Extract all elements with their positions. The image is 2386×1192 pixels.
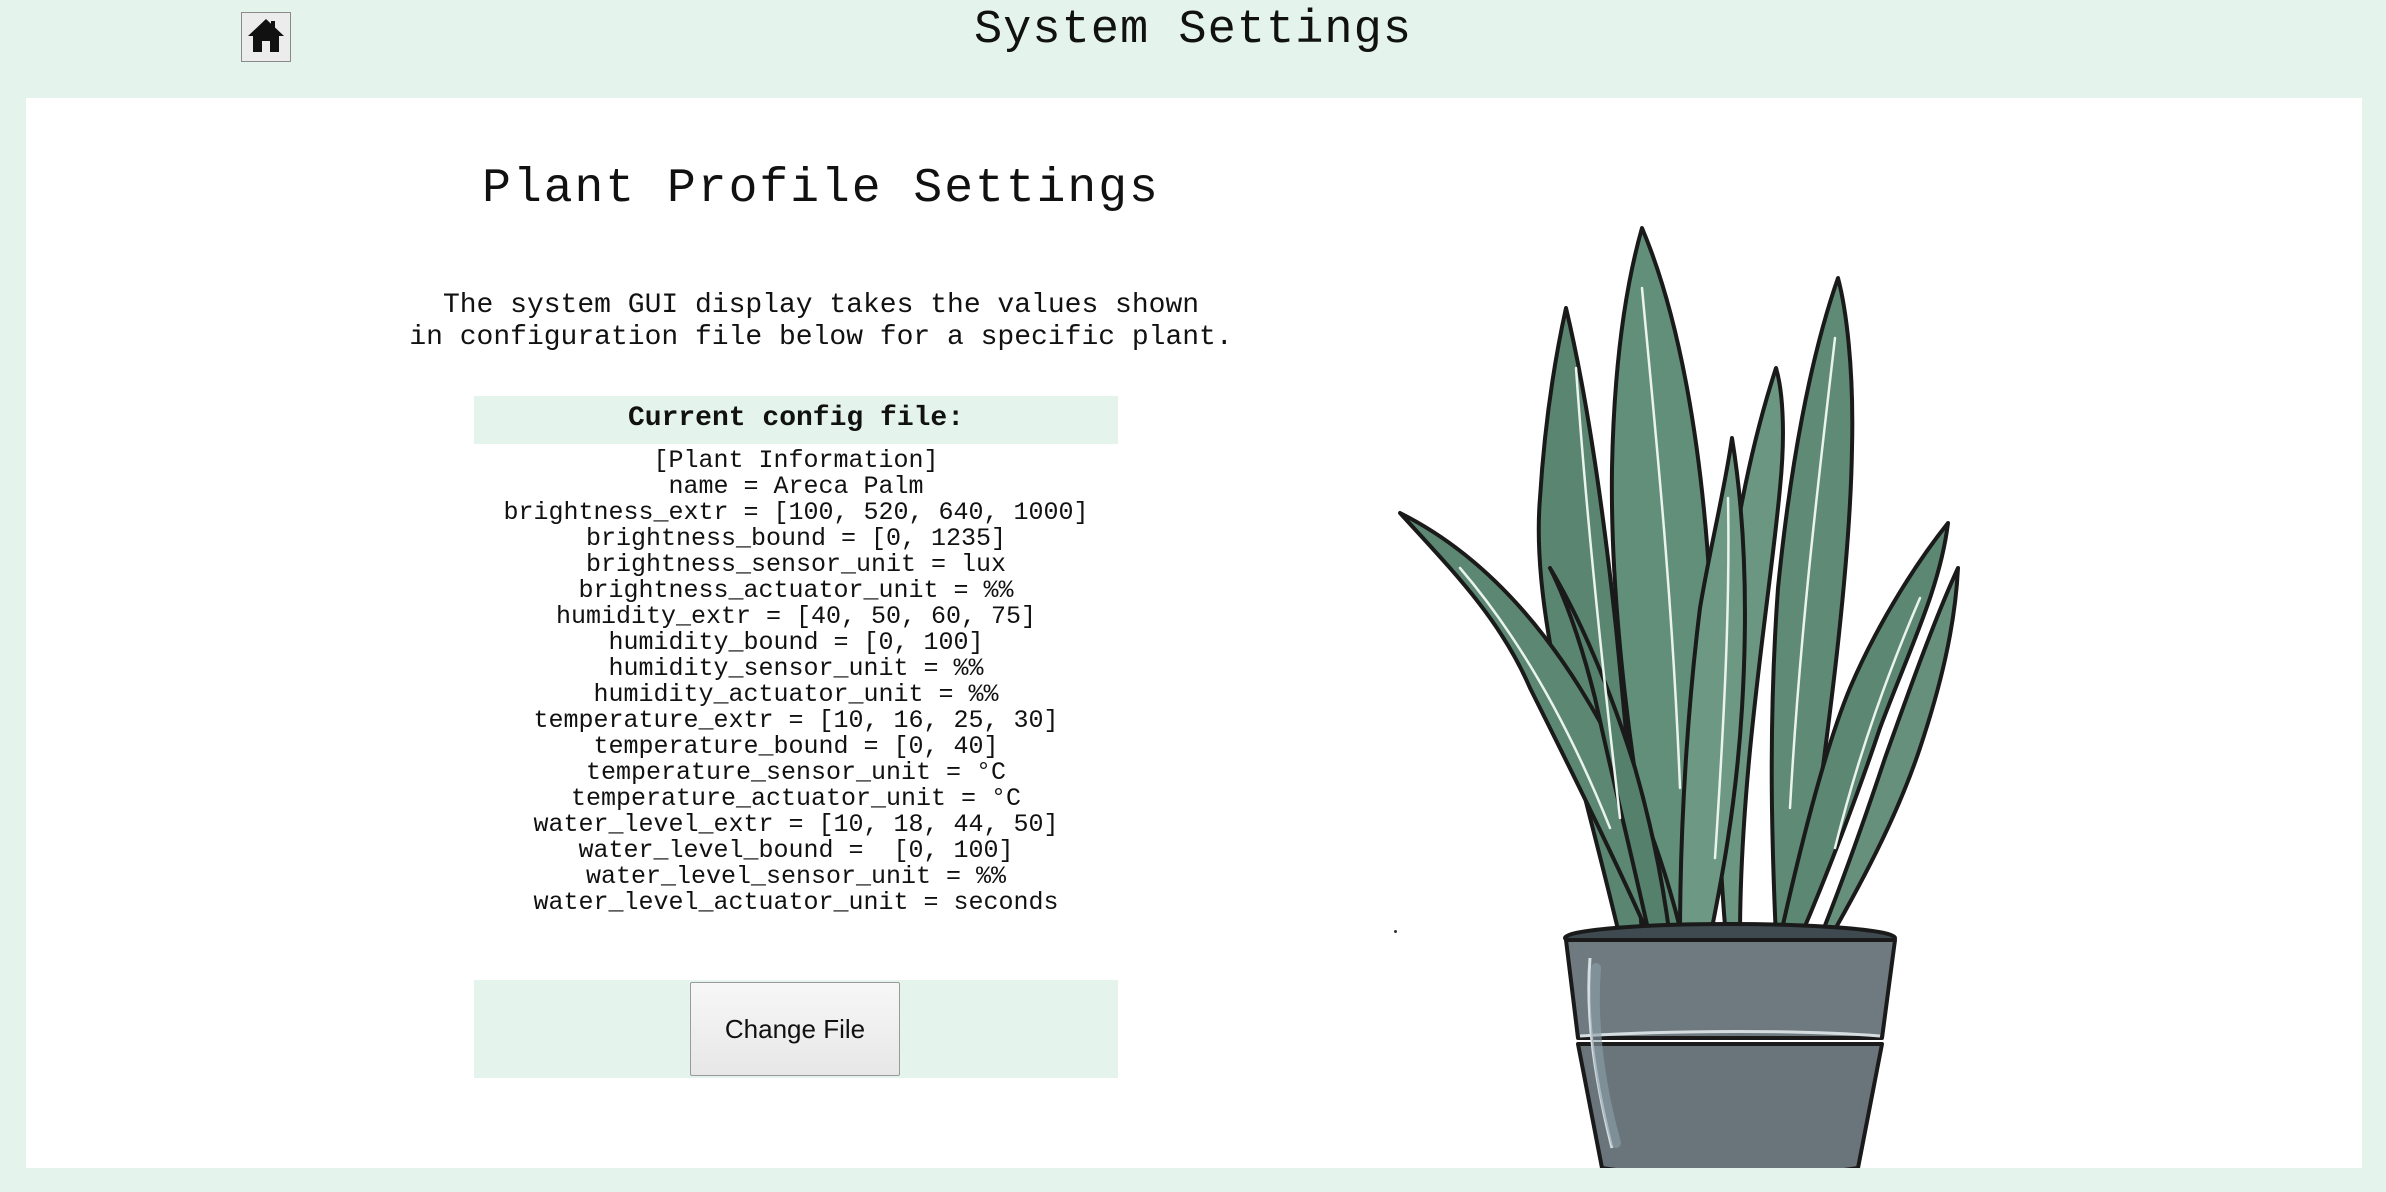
config-line: temperature_bound = [0, 40]: [593, 732, 999, 761]
config-file-content: [Plant Information] name = Areca Palm br…: [374, 448, 1218, 916]
section-title: Plant Profile Settings: [482, 162, 1160, 216]
settings-panel: Plant Profile Settings The system GUI di…: [26, 98, 2362, 1168]
config-line: water_level_actuator_unit = seconds: [533, 888, 1059, 917]
change-file-area: Change File: [474, 980, 1118, 1078]
change-file-button[interactable]: Change File: [690, 982, 900, 1076]
config-line: temperature_sensor_unit = °C: [585, 758, 1007, 787]
snake-plant-illustration: [1398, 226, 1960, 1168]
config-line: temperature_actuator_unit = °C: [570, 784, 1022, 813]
config-line: brightness_bound = [0, 1235]: [585, 524, 1007, 553]
config-line: brightness_sensor_unit = lux: [585, 550, 1007, 579]
config-line: humidity_sensor_unit = %%: [608, 654, 984, 683]
config-line: name = Areca Palm: [668, 472, 924, 501]
config-line: humidity_actuator_unit = %%: [593, 680, 999, 709]
config-line: humidity_bound = [0, 100]: [608, 628, 984, 657]
config-line: [Plant Information]: [653, 446, 939, 475]
config-line: water_level_bound = [0, 100]: [578, 836, 1014, 865]
config-line: water_level_sensor_unit = %%: [585, 862, 1007, 891]
page-title: System Settings: [973, 4, 1413, 57]
config-line: brightness_actuator_unit = %%: [578, 576, 1014, 605]
config-line: water_level_extr = [10, 18, 44, 50]: [533, 810, 1059, 839]
config-line: brightness_extr = [100, 520, 640, 1000]: [503, 498, 1089, 527]
config-line: temperature_extr = [10, 16, 25, 30]: [533, 706, 1059, 735]
config-line: humidity_extr = [40, 50, 60, 75]: [555, 602, 1037, 631]
config-header: Current config file:: [474, 396, 1118, 444]
description-text: The system GUI display takes the values …: [409, 290, 1233, 353]
